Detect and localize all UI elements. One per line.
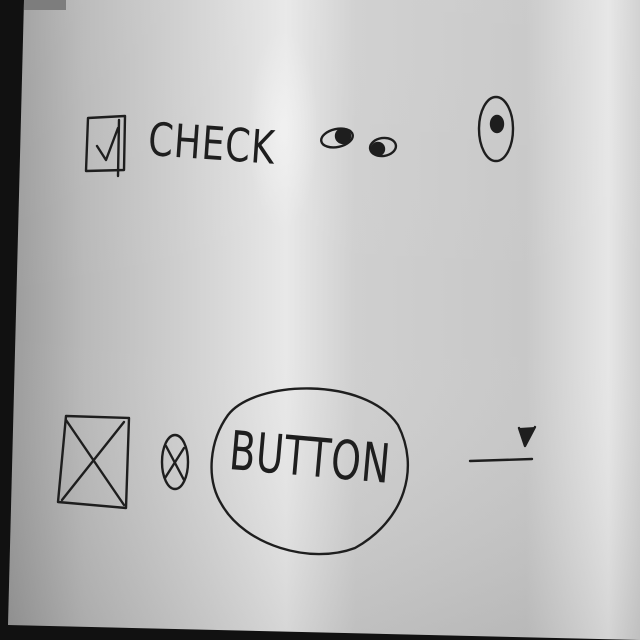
checkbox[interactable] bbox=[84, 112, 130, 176]
checkbox-label: CHECK bbox=[146, 112, 278, 175]
slider[interactable] bbox=[466, 422, 538, 466]
close-button[interactable] bbox=[158, 432, 194, 492]
toggle-switch[interactable] bbox=[318, 122, 402, 162]
radio-button[interactable] bbox=[476, 95, 516, 163]
image-placeholder bbox=[56, 412, 132, 512]
whiteboard-photo: CHECK BUTTON bbox=[0, 0, 640, 640]
button[interactable] bbox=[210, 380, 410, 556]
